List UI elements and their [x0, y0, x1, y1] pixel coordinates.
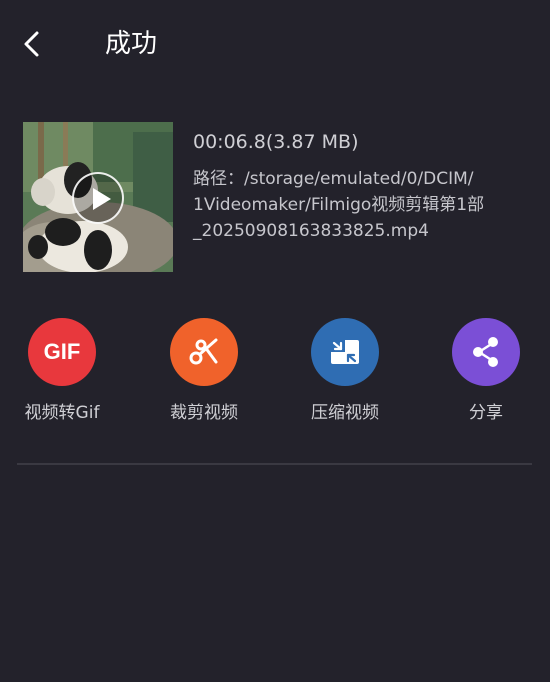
share-button[interactable]: 分享: [426, 318, 546, 425]
back-button[interactable]: [12, 24, 52, 64]
play-button[interactable]: [72, 172, 124, 224]
share-label: 分享: [469, 403, 503, 423]
trim-video-label: 裁剪视频: [170, 403, 238, 423]
video-meta: 00:06.8(3.87 MB) 路径：/storage/emulated/0/…: [193, 128, 538, 244]
file-path-line-2: 1Videomaker/Filmigo视频剪辑第1部: [193, 195, 485, 215]
compress-video-label: 压缩视频: [311, 403, 379, 423]
video-info: 00:06.8(3.87 MB) 路径：/storage/emulated/0/…: [0, 122, 550, 272]
play-icon: [93, 188, 111, 210]
video-to-gif-button[interactable]: GIF 视频转Gif: [2, 318, 122, 425]
chevron-left-icon: [24, 31, 39, 57]
duration-size: 00:06.8(3.87 MB): [193, 131, 359, 153]
action-bar: GIF 视频转Gif 裁剪视频 压缩视频 分享: [0, 318, 550, 428]
compress-video-button[interactable]: 压缩视频: [285, 318, 405, 425]
gif-icon: GIF: [28, 318, 96, 386]
file-path: 路径：/storage/emulated/0/DCIM/ 1Videomaker…: [193, 166, 538, 244]
video-to-gif-label: 视频转Gif: [24, 403, 100, 423]
file-path-line-1: 路径：/storage/emulated/0/DCIM/: [193, 169, 474, 189]
scissors-icon: [170, 318, 238, 386]
share-icon: [452, 318, 520, 386]
trim-video-button[interactable]: 裁剪视频: [144, 318, 264, 425]
gif-icon-text: GIF: [43, 339, 81, 364]
divider: [17, 463, 532, 465]
header: 成功: [0, 0, 550, 92]
compress-icon: [311, 318, 379, 386]
file-path-line-3: _20250908163833825.mp4: [193, 221, 429, 241]
page-title: 成功: [105, 29, 158, 59]
video-thumbnail[interactable]: [23, 122, 173, 272]
